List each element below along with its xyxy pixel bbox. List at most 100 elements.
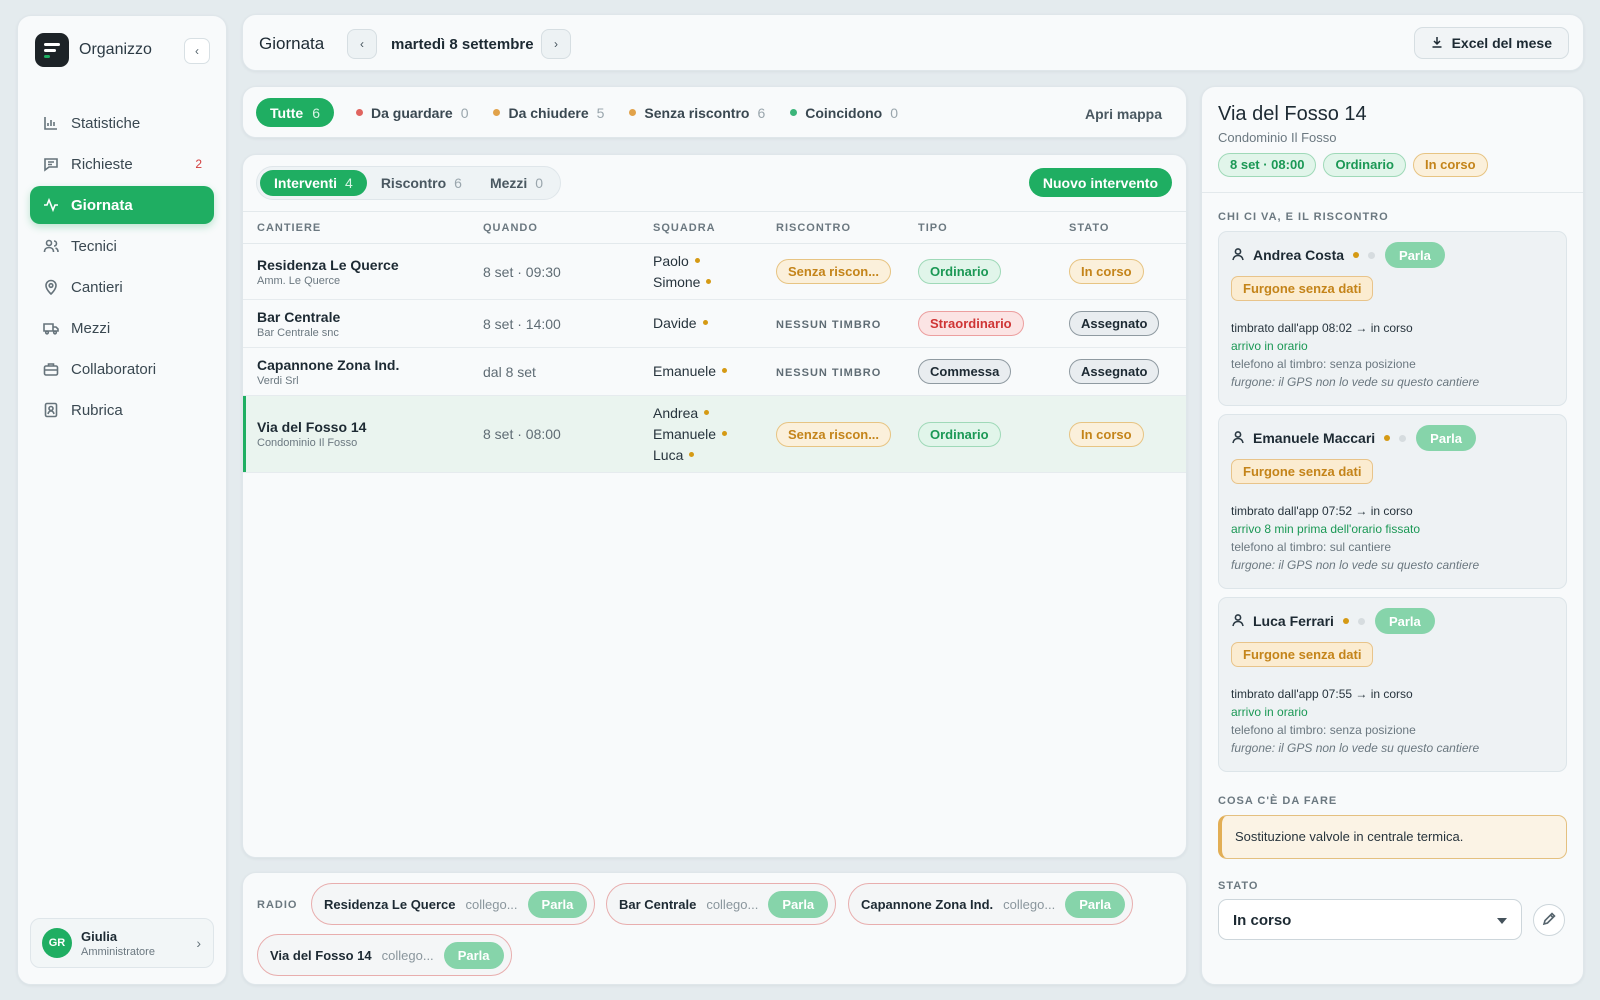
talk-button[interactable]: Parla [1374,608,1435,634]
chevron-right-icon: › [196,935,201,951]
talk-button[interactable]: Parla [768,890,829,918]
column-header[interactable]: CANTIERE [243,211,469,244]
squad-member: Emanuele [653,424,762,445]
brand[interactable]: Organizzo [35,33,152,67]
sidebar-item-rubrica[interactable]: Rubrica [30,391,214,429]
van-badge: Furgone senza dati [1231,459,1374,484]
talk-button[interactable]: Parla [443,941,504,969]
status-dot [629,109,637,116]
person-icon [1231,430,1245,447]
filter-da-chiudere[interactable]: Da chiudere 5 [493,105,604,121]
van-badge: Furgone senza dati [1231,642,1374,667]
tab-mezzi[interactable]: Mezzi 0 [476,170,557,196]
channel-status: collego... [465,896,518,912]
task-description: Sostituzione valvole in centrale termica… [1218,815,1567,859]
status-badge: In corso [1069,421,1144,447]
column-header[interactable]: STATO [1055,211,1186,244]
talk-button[interactable]: Parla [1416,425,1476,451]
clock-in-line: timbrato dall'app 07:52 → in corso [1231,504,1413,518]
next-day-button[interactable]: › [541,29,571,59]
sidebar-item-cantieri[interactable]: Cantieri [30,268,214,306]
user-name: Giulia [81,928,118,944]
status-select[interactable]: In corso [1218,899,1522,940]
table-row[interactable]: Bar Centrale Bar Centrale snc 8 set · 14:… [243,299,1186,348]
filter-senza-riscontro[interactable]: Senza riscontro 6 [629,105,765,121]
squad-member: Simone [653,272,762,293]
channel-status: collego... [706,896,759,912]
message-icon [43,156,59,172]
phone-position-line: telefono al timbro: senza posizione [1231,723,1416,737]
column-header[interactable]: SQUADRA [639,211,762,244]
channel-name: Residenza Le Querce [324,896,456,912]
technician-card: Luca Ferrari Parla Furgone senza dati ti… [1218,597,1567,772]
radio-channel: Via del Fosso 14 collego... Parla [257,934,512,976]
sidebar-item-statistiche[interactable]: Statistiche [30,104,214,142]
site-name: Capannone Zona Ind. [257,356,400,373]
channel-name: Via del Fosso 14 [270,947,372,963]
sidebar-item-tecnici[interactable]: Tecnici [30,227,214,265]
client-name: Amm. Le Querce [257,274,341,287]
filter-label: Tutte [270,104,304,121]
tab-interventi[interactable]: Interventi 4 [260,170,367,196]
talk-button[interactable]: Parla [527,890,588,918]
edit-button[interactable] [1533,904,1565,936]
open-map-link[interactable]: Apri mappa [1085,106,1162,122]
divider [1202,192,1583,193]
sidebar-item-label: Tecnici [71,237,117,255]
channel-name: Capannone Zona Ind. [861,896,994,912]
status-dot [704,409,710,415]
type-badge: Ordinario [918,421,1001,447]
sidebar-item-collaboratori[interactable]: Collaboratori [30,350,214,388]
channel-status: collego... [1003,896,1056,912]
tab-riscontro[interactable]: Riscontro 6 [367,170,476,196]
interventions-table: CANTIERE QUANDO SQUADRA RISCONTRO TIPO S… [243,211,1186,473]
app-logo-icon [35,33,69,67]
schedule-time: dal 8 set [483,363,536,380]
column-header[interactable]: RISCONTRO [762,211,904,244]
status-dot [706,278,712,284]
filter-da-guardare[interactable]: Da guardare 0 [355,105,468,121]
tab-count: 6 [454,175,462,191]
previous-day-button[interactable]: ‹ [347,29,377,59]
sidebar-item-richieste[interactable]: Richieste 2 [30,145,214,183]
radio-channel: Capannone Zona Ind. collego... Parla [848,883,1134,925]
sidebar-item-label: Giornata [71,196,133,214]
status-dot [722,368,728,373]
sidebar: Organizzo ‹ Statistiche Richieste 2 Gior… [17,15,227,985]
user-menu[interactable]: GR Giulia Amministratore › [30,918,214,968]
site-name: Residenza Le Querce [257,256,399,273]
talk-button[interactable]: Parla [1065,890,1126,918]
arrival-line: arrivo in orario [1231,705,1308,719]
avatar: GR [42,928,72,958]
sidebar-item-label: Rubrica [71,401,123,419]
table-row[interactable]: Residenza Le Querce Amm. Le Querce 8 set … [243,243,1186,300]
talk-button[interactable]: Parla [1385,242,1445,268]
new-intervention-button[interactable]: Nuovo intervento [1028,168,1172,197]
export-excel-label: Excel del mese [1451,35,1552,51]
interventions-panel: Interventi 4 Riscontro 6 Mezzi 0 Nuovo i… [242,154,1187,858]
filter-coincidono[interactable]: Coincidono 0 [790,105,898,121]
schedule-time: 8 set · 09:30 [483,263,561,280]
status-dot [1342,618,1349,624]
column-header[interactable]: QUANDO [469,211,639,244]
squad-member: Davide [653,313,762,334]
bar-chart-icon [43,115,59,131]
download-icon [1431,35,1443,51]
sidebar-item-giornata[interactable]: Giornata [30,186,214,224]
view-tabs: Interventi 4 Riscontro 6 Mezzi 0 [256,166,562,200]
users-icon [43,238,59,254]
column-header[interactable]: TIPO [904,211,1055,244]
filter-all[interactable]: Tutte 6 [256,98,334,127]
table-row[interactable]: Capannone Zona Ind. Verdi Srl dal 8 set E… [243,347,1186,396]
radio-channel: Residenza Le Querce collego... Parla [311,883,596,925]
sidebar-item-label: Cantieri [71,278,123,296]
sidebar-item-mezzi[interactable]: Mezzi [30,309,214,347]
table-row-selected[interactable]: Via del Fosso 14 Condominio Il Fosso 8 se… [243,395,1186,473]
squad-member: Andrea [653,403,762,424]
filter-label: Coincidono [805,104,883,121]
export-excel-button[interactable]: Excel del mese [1413,27,1569,59]
section-heading: CHI CI VA, E IL RISCONTRO [1218,211,1389,223]
type-tag: Ordinario [1323,153,1406,177]
chevron-down-icon [1497,918,1507,924]
collapse-sidebar-button[interactable]: ‹ [184,38,210,64]
